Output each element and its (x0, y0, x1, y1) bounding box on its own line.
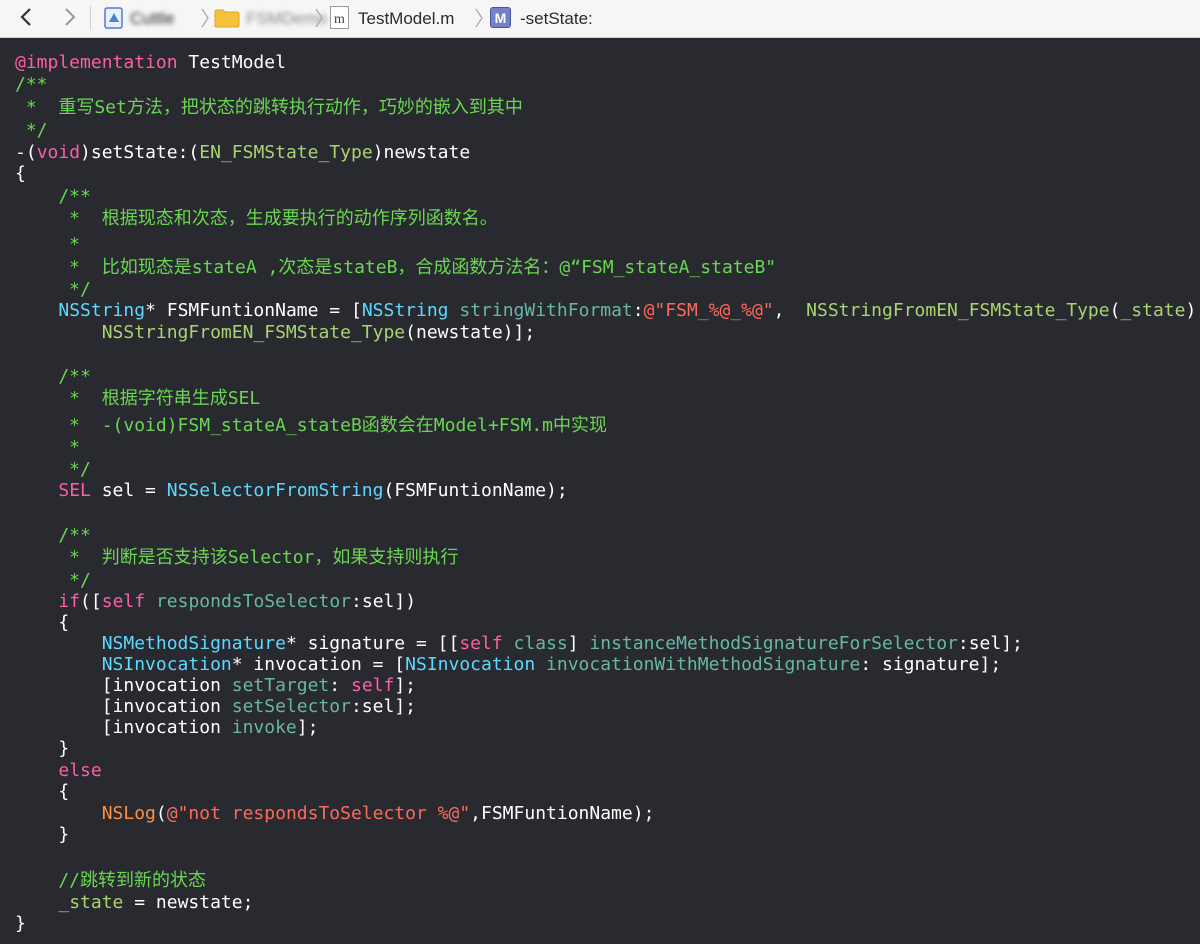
code-line: { (15, 612, 70, 633)
breadcrumb-file[interactable]: TestModel.m (358, 0, 454, 37)
code-line: * 重写Set方法，把状态的跳转执行动作，巧妙的嵌入到其中 (15, 97, 523, 118)
code-line: SEL sel = NSSelectorFromString(FSMFuntio… (58, 480, 568, 501)
code-line: _state = newstate; (58, 892, 254, 913)
code-editor[interactable]: @implementation TestModel /** * 重写Set方法，… (0, 38, 1200, 944)
code-line: */ (15, 279, 91, 300)
code-line: * 根据字符串生成SEL (15, 388, 261, 409)
code-line: NSLog(@"not respondsToSelector %@",FSMFu… (101, 803, 655, 824)
code-line: NSInvocation* invocation = [NSInvocation… (101, 654, 1002, 675)
code-line: NSString* FSMFuntionName = [NSString str… (58, 300, 1200, 321)
code-line: * 比如现态是stateA ,次态是stateB，合成函数方法名：@“FSM_s… (15, 257, 777, 278)
code-line: /** (15, 366, 91, 387)
code-line: [invocation setTarget: self]; (15, 675, 417, 696)
code-line: /** (15, 525, 91, 546)
folder-icon (214, 9, 240, 28)
code-line: } (15, 913, 26, 934)
code-line: if([self respondsToSelector:sel]) (58, 591, 417, 612)
code-line: /** (15, 74, 48, 95)
jump-bar: Cuttle FSMDemo m TestModel.m M -setState… (0, 0, 1200, 38)
code-line: */ (15, 459, 91, 480)
file-m-icon: m (330, 6, 349, 29)
breadcrumb-method[interactable]: -setState: (520, 0, 593, 37)
code-line: } (15, 738, 70, 759)
code-line: NSStringFromEN_FSMState_Type(newstate)]; (101, 322, 536, 343)
breadcrumb-project[interactable]: Cuttle (130, 0, 174, 37)
code-line: * -(void)FSM_stateA_stateB函数会在Model+FSM.… (15, 415, 607, 436)
nav-divider (90, 6, 91, 30)
code-line: * (15, 437, 81, 458)
code-line: @implementation TestModel (15, 52, 286, 73)
code-line: * 判断是否支持该Selector，如果支持则执行 (15, 547, 459, 568)
code-line: -(void)setState:(EN_FSMState_Type)newsta… (15, 142, 471, 163)
code-line: else (58, 760, 102, 781)
code-line: */ (15, 570, 91, 591)
breadcrumb-separator-icon (201, 8, 209, 28)
method-icon: M (490, 7, 511, 28)
chevron-left-icon[interactable] (16, 6, 38, 28)
chevron-right-icon[interactable] (58, 6, 80, 28)
breadcrumb-separator-icon (315, 8, 323, 28)
code-line: * 根据现态和次态，生成要执行的动作序列函数名。 (15, 208, 498, 229)
code-line: /** (15, 186, 91, 207)
code-line: * (15, 234, 81, 255)
code-line: //跳转到新的状态 (15, 870, 207, 891)
breadcrumb-separator-icon (475, 8, 483, 28)
code-line: { (15, 781, 70, 802)
code-line: } (15, 824, 70, 845)
code-line: [invocation setSelector:sel]; (15, 696, 416, 717)
code-line: NSMethodSignature* signature = [[self cl… (101, 633, 1023, 654)
project-icon (104, 7, 123, 29)
code-line: */ (15, 120, 48, 141)
code-line: { (15, 163, 26, 184)
code-line: [invocation invoke]; (15, 717, 319, 738)
